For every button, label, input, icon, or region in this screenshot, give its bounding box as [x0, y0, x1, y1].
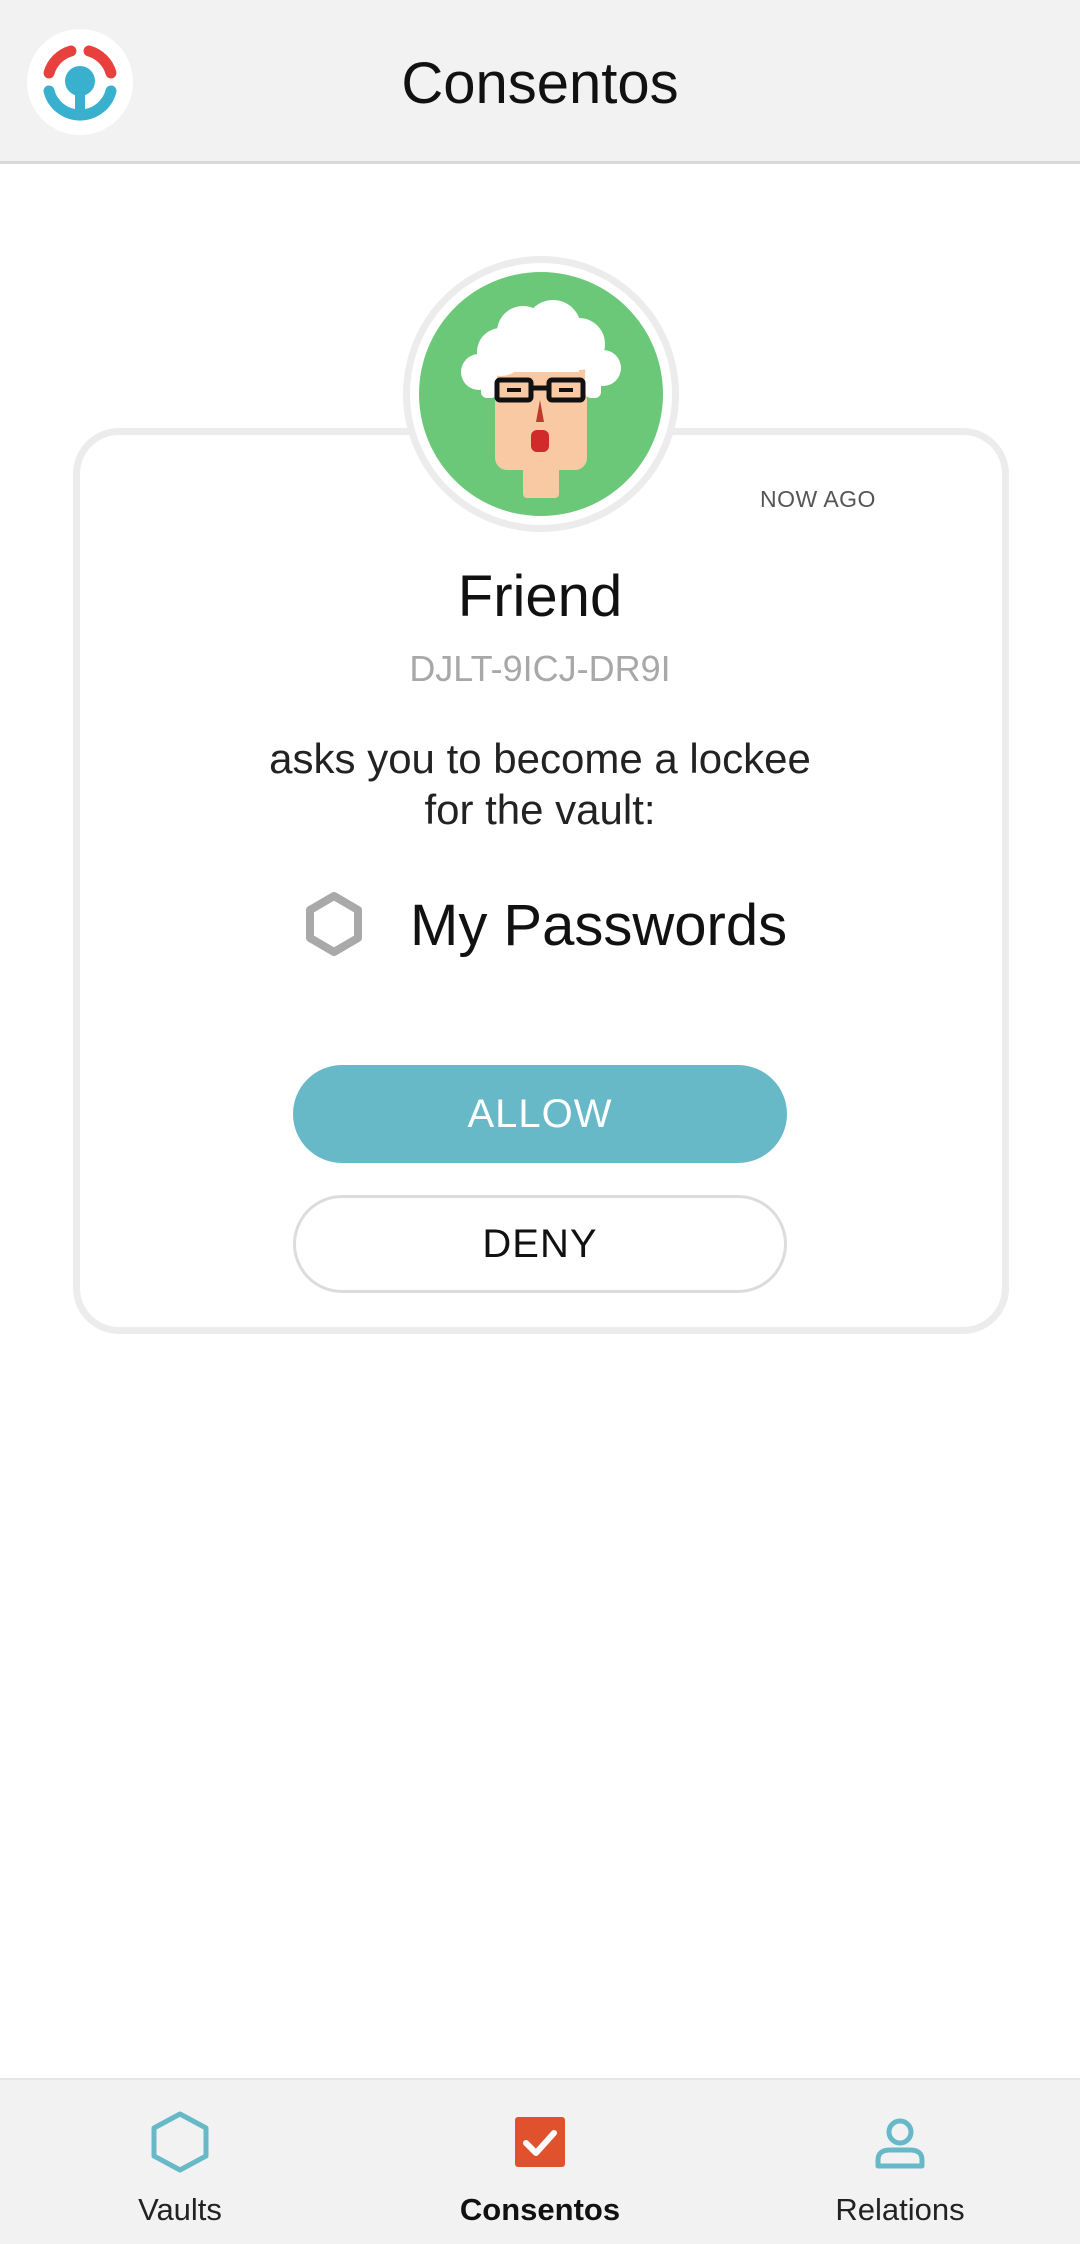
hexagon-icon: [150, 2110, 210, 2174]
hexagon-icon: [300, 890, 368, 958]
person-icon: [870, 2110, 930, 2174]
nav-item-consentos[interactable]: Consentos: [360, 2080, 720, 2244]
deny-button[interactable]: DENY: [293, 1195, 787, 1293]
lifebuoy-logo-icon[interactable]: [27, 29, 133, 135]
nav-item-vaults[interactable]: Vaults: [0, 2080, 360, 2244]
page-title: Consentos: [401, 51, 679, 116]
vault-row: My Passwords: [300, 884, 860, 964]
top-app-bar: Consentos: [0, 0, 1080, 164]
nav-label-consentos: Consentos: [459, 2192, 621, 2227]
elderly-person-avatar-icon: [419, 272, 663, 516]
nav-label-relations: Relations: [835, 2192, 965, 2227]
nav-item-relations[interactable]: Relations: [720, 2080, 1080, 2244]
request-timestamp: NOW AGO: [760, 486, 876, 512]
requester-name: Friend: [457, 564, 623, 629]
bottom-navigation: Vaults Consentos Relations: [0, 2078, 1080, 2244]
checkbox-icon: [510, 2110, 570, 2174]
nav-label-vaults: Vaults: [138, 2192, 222, 2227]
app-screen: Consentos NOW AGO Friend DJLT-9ICJ-DR9I …: [0, 0, 1080, 2244]
request-message: asks you to become a lockee for the vaul…: [269, 735, 811, 833]
requester-id: DJLT-9ICJ-DR9I: [409, 648, 671, 689]
vault-name: My Passwords: [410, 893, 788, 958]
allow-button[interactable]: ALLOW: [293, 1065, 787, 1163]
